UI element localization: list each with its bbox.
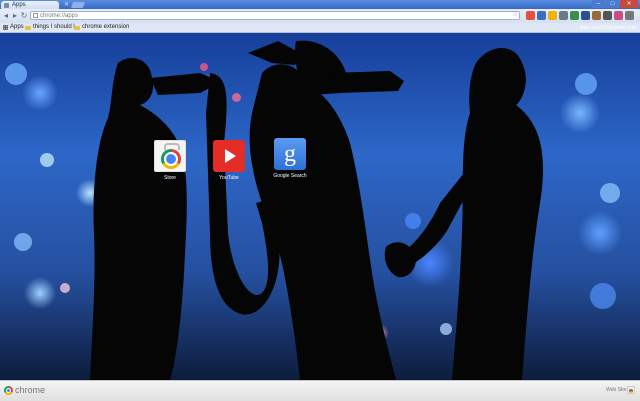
extension-icons <box>526 11 634 20</box>
footer-bar: chrome Web Store <box>0 380 640 401</box>
address-bar[interactable]: chrome://apps <box>30 11 520 20</box>
minimize-button[interactable]: – <box>592 0 605 8</box>
bookmark-label: chrome extension <box>82 24 130 30</box>
window-controls: – □ ✕ <box>592 0 638 8</box>
chrome-logo-icon <box>4 386 13 395</box>
title-bar: Apps ✕ – □ ✕ <box>0 0 640 9</box>
tab-title: Apps <box>12 2 26 8</box>
extension-red-icon[interactable] <box>526 11 535 20</box>
extension-brown-icon[interactable] <box>592 11 601 20</box>
store-bag-icon <box>154 140 186 172</box>
address-value: chrome://apps <box>40 13 79 19</box>
bookmark-label: Apps <box>10 24 24 30</box>
bookmark-folder-chrome-extension[interactable]: chrome extension <box>74 23 129 32</box>
user-email[interactable]: mila.cruz249@gmail.com <box>580 24 636 32</box>
apps-page: Store YouTube g Google Search <box>0 33 640 380</box>
bookmark-apps[interactable]: Apps <box>3 23 24 32</box>
extension-pink-icon[interactable] <box>614 11 623 20</box>
app-tile-store[interactable]: Store <box>140 140 200 181</box>
toolbar: ◂ ▸ ↻ chrome://apps ☆ <box>0 9 640 24</box>
extension-yellow-icon[interactable] <box>548 11 557 20</box>
bookmark-label: things I should l... <box>33 24 80 30</box>
google-g-icon: g <box>274 138 306 170</box>
extension-gray-icon[interactable] <box>559 11 568 20</box>
app-tile-google-search[interactable]: g Google Search <box>260 138 320 179</box>
app-label: YouTube <box>219 175 239 181</box>
maximize-button[interactable]: □ <box>606 0 619 8</box>
extension-green-icon[interactable] <box>570 11 579 20</box>
extension-navy-icon[interactable] <box>581 11 590 20</box>
extension-dark-icon[interactable] <box>603 11 612 20</box>
bookmarks-bar: Apps things I should l... chrome extensi… <box>0 23 640 33</box>
new-tab-button[interactable] <box>70 2 86 8</box>
footer-brand: chrome <box>15 385 46 395</box>
app-label: Google Search <box>273 173 307 179</box>
reload-icon[interactable]: ↻ <box>20 12 28 20</box>
folder-icon <box>74 25 80 30</box>
app-tile-youtube[interactable]: YouTube <box>199 140 259 181</box>
star-icon[interactable]: ☆ <box>512 11 518 18</box>
webstore-icon[interactable] <box>627 386 635 394</box>
app-label: Store <box>164 175 176 181</box>
folder-icon <box>25 25 31 30</box>
page-icon <box>33 13 38 18</box>
close-window-button[interactable]: ✕ <box>620 0 638 8</box>
bookmark-folder-things[interactable]: things I should l... <box>25 23 80 32</box>
apps-grid-icon <box>3 25 8 30</box>
forward-icon[interactable]: ▸ <box>11 12 19 20</box>
tab-apps[interactable]: Apps <box>1 1 59 9</box>
youtube-play-icon <box>213 140 245 172</box>
back-icon[interactable]: ◂ <box>2 12 10 20</box>
apps-favicon-icon <box>4 3 9 8</box>
extension-blue-icon[interactable] <box>537 11 546 20</box>
tab-close-icon[interactable]: ✕ <box>64 2 69 8</box>
musicians-silhouette-image <box>90 40 543 380</box>
web-store-link[interactable]: Web Store <box>606 387 630 394</box>
menu-icon[interactable] <box>625 11 634 20</box>
